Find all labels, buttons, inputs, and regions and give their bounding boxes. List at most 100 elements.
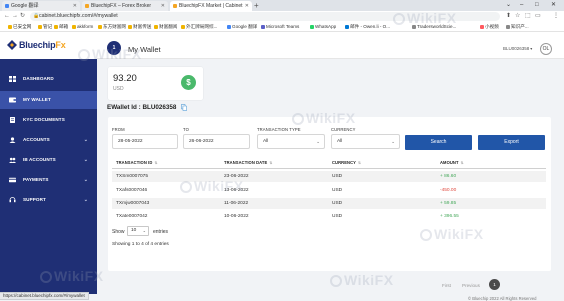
show-label: Show <box>112 229 125 235</box>
chevron-down-icon: ⌄ <box>83 157 88 163</box>
sidebar-item-label: KYC DOCUMENTS <box>23 117 65 122</box>
minimize-icon[interactable]: – <box>520 0 523 11</box>
close-icon[interactable]: ✕ <box>73 1 77 11</box>
transaction-date-cell: 10-06-2022 <box>224 214 249 219</box>
bookmark-item[interactable]: 已安全网 <box>8 23 31 31</box>
chevron-down-icon: ⌄ <box>83 177 88 183</box>
bookmark-item[interactable]: WhatsApp <box>310 23 336 31</box>
copy-icon[interactable] <box>181 104 187 111</box>
amount-cell: + 59.85 <box>440 201 457 206</box>
from-date-input[interactable]: 28-05-2022 <box>112 134 178 149</box>
sidebar-item-label: DASHBOARD <box>23 76 54 81</box>
currency-cell: USD <box>332 188 343 193</box>
browser-tab-label: BluechipFX – Forex Broker <box>91 3 152 9</box>
bookmark-item[interactable]: Microsoft Teams <box>261 23 299 31</box>
column-header-amount[interactable]: AMOUNT ⇅ <box>440 160 464 165</box>
close-icon[interactable]: ✕ <box>161 1 165 11</box>
bookmark-item[interactable]: 邮箱 <box>54 23 68 31</box>
google-translate-icon <box>227 25 231 29</box>
payments-icon <box>9 177 16 183</box>
url-text: cabinet.bluechipfx.com/#/mywallet <box>39 13 118 19</box>
bookmark-item[interactable]: 知识产... <box>506 23 529 31</box>
sidebar-item-ib-accounts[interactable]: IB ACCOUNTS ⌄ <box>0 151 97 169</box>
folder-icon <box>181 25 185 29</box>
transaction-type-select[interactable]: All ⌄ <box>257 134 325 149</box>
bookmark-star-icon[interactable]: ☆ <box>515 11 520 22</box>
bookmark-item[interactable]: 邮件 - Owen.li - O... <box>345 23 390 31</box>
extensions-icon[interactable]: ⬚ <box>525 11 531 22</box>
folder-icon <box>54 25 58 29</box>
bookmark-item[interactable]: akkform <box>72 23 93 31</box>
video-icon <box>480 25 484 29</box>
user-menu[interactable]: BLU0026358▾ <box>503 46 532 51</box>
bookmark-item[interactable]: 财富传送 <box>128 23 151 31</box>
chevron-down-icon: ⌄ <box>83 197 88 203</box>
close-icon[interactable]: ✕ <box>245 1 249 11</box>
accounts-icon <box>9 137 16 143</box>
sort-icon: ⇅ <box>269 161 273 165</box>
column-header-transaction-id[interactable]: TRANSACTION ID ⇅ <box>116 160 157 165</box>
tab-search-icon[interactable]: ⌄ <box>506 0 511 11</box>
currency-cell: USD <box>332 174 343 179</box>
column-header-currency[interactable]: CURRENCY ⇅ <box>332 160 361 165</box>
chevron-down-icon: ⌄ <box>142 228 146 233</box>
avatar[interactable]: OL <box>540 43 552 55</box>
page-icon <box>506 25 510 29</box>
brand-logo[interactable]: BluechipFx <box>19 40 66 50</box>
sidebar-item-my-wallet[interactable]: MY WALLET <box>0 91 97 109</box>
teams-icon <box>261 25 265 29</box>
sidebar-item-payments[interactable]: PAYMENTS ⌄ <box>0 171 97 189</box>
bookmark-item[interactable]: TradersworldScie... <box>412 23 456 31</box>
search-button[interactable]: Search <box>405 135 472 150</box>
export-button[interactable]: Export <box>478 135 545 150</box>
back-icon[interactable]: ← <box>4 11 10 22</box>
table-row[interactable]: TXSm0007075 23-06-2022 USD + 86.60 <box>112 171 546 182</box>
sidebar-item-kyc-documents[interactable]: KYC DOCUMENTS <box>0 111 97 129</box>
sidebar-item-support[interactable]: SUPPORT ⌄ <box>0 191 97 209</box>
previous-page-button[interactable]: Previous <box>462 283 480 288</box>
bookmark-item[interactable]: 东方财富网 <box>98 23 126 31</box>
entries-info: Showing 1 to 4 of 4 entries <box>112 242 169 247</box>
ewallet-id: EWallet Id : BLU026358 <box>107 104 177 111</box>
whatsapp-icon <box>310 25 314 29</box>
browser-tab-bluechipfx-broker[interactable]: BluechipFX – Forex Broker ✕ <box>82 1 168 11</box>
bookmark-item[interactable]: 外汇牌局网综... <box>181 23 217 31</box>
bookmark-item[interactable]: Google 翻译 <box>227 23 257 31</box>
sidebar-item-dashboard[interactable]: DASHBOARD <box>0 70 97 88</box>
table-row[interactable]: TXate0007042 10-06-2022 USD + 396.55 <box>112 211 546 222</box>
sidepanel-icon[interactable]: ▭ <box>535 11 541 22</box>
share-icon[interactable]: ⬆ <box>506 11 511 22</box>
table-row[interactable]: TXmjw0007043 11-06-2022 USD + 59.85 <box>112 198 546 209</box>
transaction-id-cell: TXate0007042 <box>116 214 148 219</box>
bookmark-item[interactable]: 小视频 <box>480 23 499 31</box>
browser-tab-bluechipfx-cabinet[interactable]: BluechipFX Market | Cabinet ✕ <box>170 1 252 11</box>
address-bar[interactable]: 🔒 cabinet.bluechipfx.com/#/mywallet <box>30 12 500 21</box>
bookmark-item[interactable]: 财富翻阅 <box>154 23 177 31</box>
sidebar-item-accounts[interactable]: ACCOUNTS ⌄ <box>0 131 97 149</box>
browser-tab-label: BluechipFX Market | Cabinet <box>179 3 243 9</box>
page-size-select[interactable]: 10 ⌄ <box>127 226 149 236</box>
page-number-button[interactable]: 1 <box>489 279 500 290</box>
table-row[interactable]: TXafs0007046 13-06-2022 USD -450.00 <box>112 185 546 196</box>
balance-currency: USD <box>113 86 124 92</box>
transaction-id-cell: TXafs0007046 <box>116 188 148 193</box>
currency-select[interactable]: All ⌄ <box>331 134 400 149</box>
forward-icon[interactable]: → <box>12 11 18 22</box>
reload-icon[interactable]: ↻ <box>20 11 25 22</box>
currency-cell: USD <box>332 214 343 219</box>
bookmark-item[interactable]: 管记 <box>38 23 52 31</box>
sort-icon: ⇅ <box>460 161 464 165</box>
browser-menu-icon[interactable]: ⋮ <box>553 11 559 22</box>
column-header-transaction-date[interactable]: TRANSACTION DATE ⇅ <box>224 160 272 165</box>
folder-icon <box>8 25 12 29</box>
google-translate-favicon-icon <box>5 4 9 8</box>
maximize-icon[interactable]: □ <box>535 0 539 11</box>
first-page-button[interactable]: First <box>442 283 451 288</box>
to-date-input[interactable]: 26-06-2022 <box>183 134 250 149</box>
browser-tab-google-translate[interactable]: Google 翻译 ✕ <box>2 1 80 11</box>
sidebar-item-label: PAYMENTS <box>23 177 49 182</box>
close-window-icon[interactable]: ✕ <box>551 0 556 11</box>
chevron-down-icon: ⌄ <box>316 139 320 144</box>
folder-icon <box>72 25 76 29</box>
new-tab-button[interactable]: + <box>254 0 259 11</box>
